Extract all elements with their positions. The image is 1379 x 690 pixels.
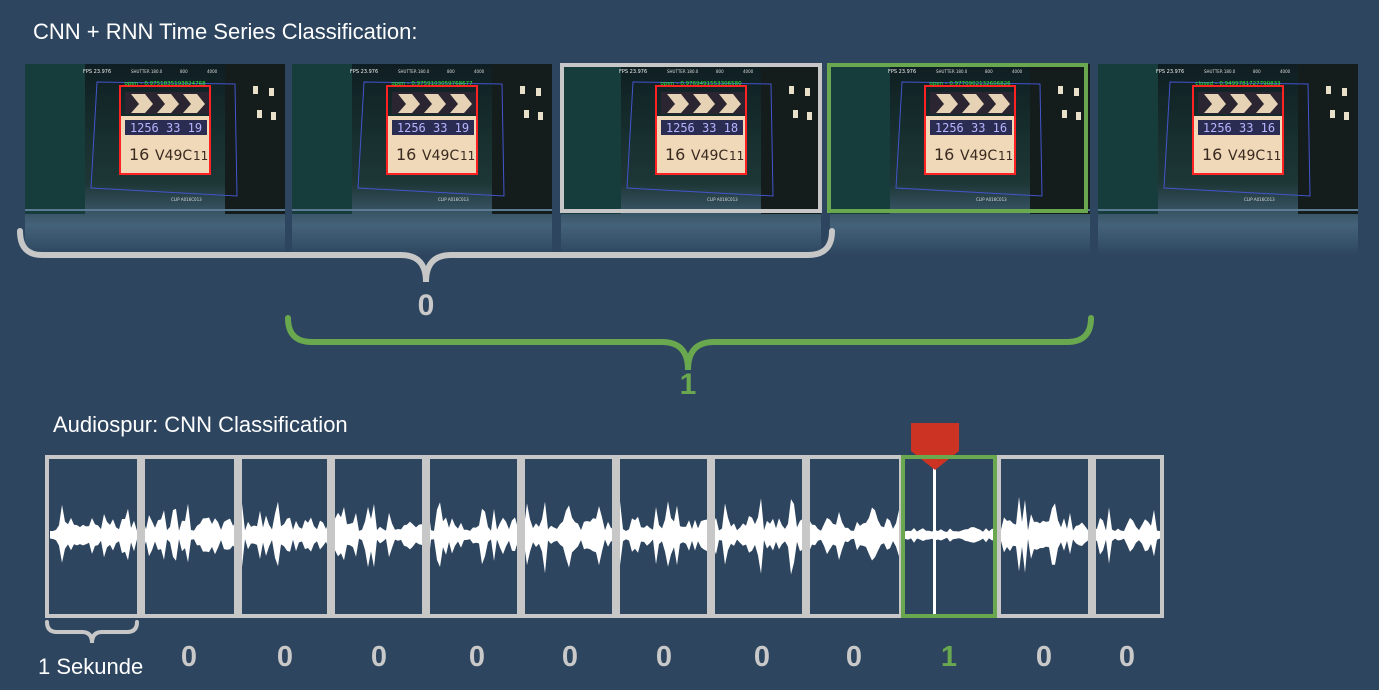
- audio-label-1: 0: [180, 641, 198, 673]
- brace-one-second: [45, 620, 139, 644]
- audio-segment-4: [331, 455, 426, 618]
- audio-label-5: 0: [561, 641, 579, 673]
- audio-label-7: 0: [753, 641, 771, 673]
- sequence-label-0: 0: [417, 289, 435, 322]
- sequence-label-1: 1: [679, 368, 697, 401]
- audio-label-9: 1: [940, 641, 958, 673]
- audio-section-title: Audiospur: CNN Classification: [53, 412, 348, 437]
- audio-label-6: 0: [655, 641, 673, 673]
- audio-label-2: 0: [276, 641, 294, 673]
- audio-segment-8: [711, 455, 806, 618]
- audio-segment-1: [45, 455, 141, 618]
- audio-label-10: 0: [1035, 641, 1053, 673]
- audio-segment-10: [901, 455, 997, 618]
- audio-label-4: 0: [468, 641, 486, 673]
- audio-segment-3: [238, 455, 331, 618]
- audio-segment-2: [141, 455, 238, 618]
- audio-label-8: 0: [845, 641, 863, 673]
- audio-segment-12: [1092, 455, 1164, 618]
- brace-sequence-1: [17, 228, 835, 283]
- audio-segment-5: [426, 455, 521, 618]
- audio-segment-11: [997, 455, 1092, 618]
- audio-segment-9: [806, 455, 903, 618]
- audio-label-3: 0: [370, 641, 388, 673]
- brace-sequence-2: [285, 315, 1094, 371]
- one-second-label: 1 Sekunde: [38, 654, 144, 679]
- audio-segment-7: [616, 455, 711, 618]
- audio-label-11: 0: [1118, 641, 1136, 673]
- audio-segment-6: [521, 455, 616, 618]
